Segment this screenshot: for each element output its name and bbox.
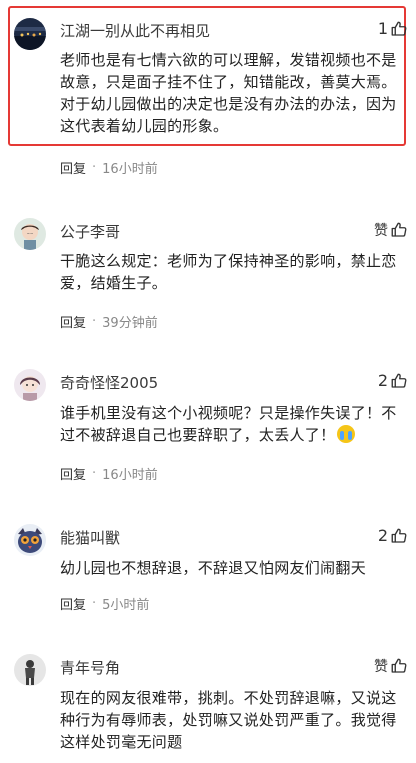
avatar[interactable]: ~~ bbox=[14, 218, 46, 250]
thumbs-up-icon bbox=[391, 373, 407, 388]
like-button[interactable]: 赞 bbox=[374, 656, 408, 676]
comment-text: 老师也是有七情六欲的可以理解，发错视频也不是故意，只是面子挂不住了，知错能改，善… bbox=[60, 51, 397, 135]
thumbs-up-icon bbox=[391, 21, 407, 36]
thumbs-up-icon bbox=[391, 528, 407, 543]
username[interactable]: 青年号角 bbox=[60, 657, 120, 678]
username[interactable]: 能猫叫獸 bbox=[60, 527, 120, 548]
like-button[interactable]: 赞 bbox=[374, 220, 408, 240]
timestamp: 5小时前 bbox=[102, 598, 150, 613]
like-count: 1 bbox=[377, 19, 388, 38]
reply-button[interactable]: 回复 bbox=[60, 464, 86, 483]
like-label: 赞 bbox=[374, 659, 388, 675]
reply-button[interactable]: 回复 bbox=[60, 594, 86, 613]
comment-meta: 回复 · 39分钟前 bbox=[60, 312, 158, 331]
like-count: 2 bbox=[377, 371, 388, 390]
like-button[interactable]: 2 bbox=[378, 371, 408, 390]
meta-separator: · bbox=[92, 160, 97, 175]
like-label: 赞 bbox=[374, 223, 388, 239]
comment-meta: 回复 · 16小时前 bbox=[60, 464, 158, 483]
svg-text:~~: ~~ bbox=[27, 231, 34, 236]
username[interactable]: 江湖一别从此不再相见 bbox=[60, 20, 210, 41]
like-count: 2 bbox=[377, 526, 388, 545]
comment-meta: 回复 · 16小时前 bbox=[60, 158, 158, 177]
meta-separator: · bbox=[92, 596, 97, 611]
comment-text: 谁手机里没有这个小视频呢？只是操作失误了！不过不被辞退自己也要辞职了，太丢人了！ bbox=[60, 402, 400, 446]
thumbs-up-icon bbox=[391, 222, 407, 237]
comment-text: 干脆这么规定：老师为了保持神圣的影响，禁止恋爱，结婚生子。 bbox=[60, 252, 397, 292]
comment-text: 现在的网友很难带，挑刺。不处罚辞退嘛，又说这种行为有辱师表，处罚嘛又说处罚严重了… bbox=[60, 689, 397, 751]
thumbs-up-icon bbox=[391, 658, 407, 673]
avatar[interactable] bbox=[14, 654, 46, 686]
avatar[interactable] bbox=[14, 18, 46, 50]
timestamp: 39分钟前 bbox=[102, 316, 158, 331]
comment-meta: 回复 · 5小时前 bbox=[60, 594, 149, 613]
username[interactable]: 奇奇怪怪2005 bbox=[60, 372, 158, 393]
crying-laughing-emoji-icon bbox=[337, 425, 356, 443]
like-button[interactable]: 2 bbox=[378, 526, 408, 545]
timestamp: 16小时前 bbox=[102, 468, 158, 483]
comment-text: 幼儿园也不想辞退，不辞退又怕网友们闹翻天 bbox=[60, 559, 367, 577]
meta-separator: · bbox=[92, 466, 97, 481]
reply-button[interactable]: 回复 bbox=[60, 312, 86, 331]
timestamp: 16小时前 bbox=[102, 162, 158, 177]
avatar[interactable] bbox=[14, 369, 46, 401]
like-button[interactable]: 1 bbox=[378, 19, 408, 38]
username[interactable]: 公子李哥 bbox=[60, 221, 120, 242]
meta-separator: · bbox=[92, 314, 97, 329]
avatar[interactable] bbox=[14, 524, 46, 556]
reply-button[interactable]: 回复 bbox=[60, 158, 86, 177]
